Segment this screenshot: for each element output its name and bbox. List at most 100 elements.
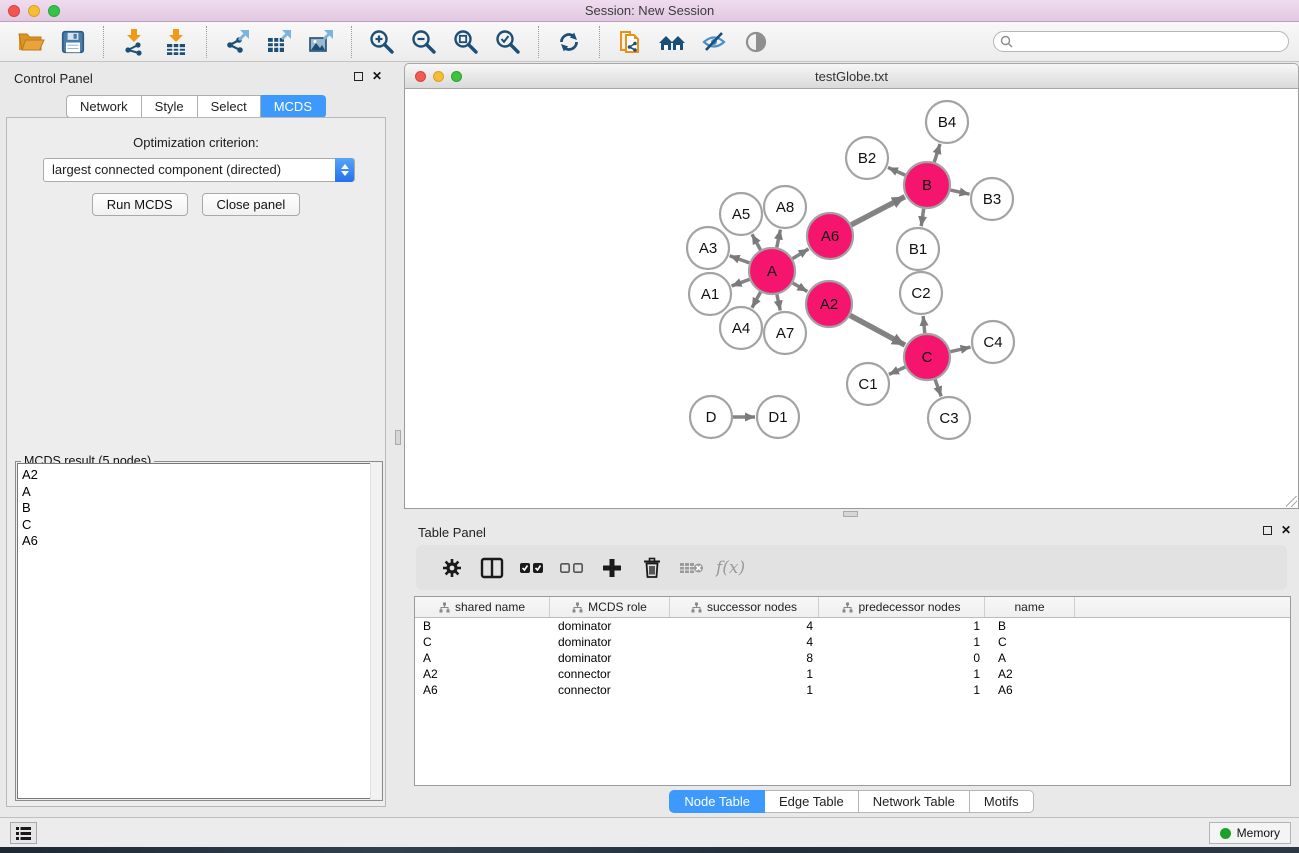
show-all-icon[interactable] <box>738 25 774 59</box>
export-network-icon[interactable] <box>219 25 255 59</box>
tab-network-table[interactable]: Network Table <box>859 790 970 813</box>
column-header-name[interactable]: name <box>985 597 1075 617</box>
graph-edge-C-C2[interactable] <box>923 316 925 333</box>
dropdown-stepper-icon[interactable] <box>335 158 354 182</box>
delete-table-icon[interactable] <box>672 551 712 585</box>
table-cell[interactable]: connector <box>550 683 670 697</box>
zoom-fit-icon[interactable] <box>448 25 484 59</box>
tab-select[interactable]: Select <box>198 95 261 118</box>
table-cell[interactable]: connector <box>550 667 670 681</box>
graph-edge-C-C1[interactable] <box>889 367 905 374</box>
table-cell[interactable]: 1 <box>670 667 819 681</box>
hide-selected-icon[interactable] <box>696 25 732 59</box>
settings-gear-icon[interactable] <box>432 551 472 585</box>
table-cell[interactable]: A <box>415 651 550 665</box>
table-row[interactable]: Bdominator41B <box>415 618 1290 634</box>
add-column-icon[interactable] <box>592 551 632 585</box>
table-cell[interactable]: B <box>985 619 1075 633</box>
graph-edge-C-C4[interactable] <box>950 347 970 352</box>
tab-network[interactable]: Network <box>66 95 142 118</box>
deselect-all-icon[interactable] <box>552 551 592 585</box>
graph-edge-A-A7[interactable] <box>777 294 780 310</box>
close-panel-button[interactable]: Close panel <box>202 193 301 216</box>
column-header-MCDS-role[interactable]: MCDS role <box>550 597 670 617</box>
graph-edge-A-A4[interactable] <box>752 292 761 308</box>
table-cell[interactable]: dominator <box>550 619 670 633</box>
export-image-icon[interactable] <box>303 25 339 59</box>
table-cell[interactable]: 1 <box>819 683 985 697</box>
table-cell[interactable]: C <box>985 635 1075 649</box>
duplicate-network-icon[interactable] <box>612 25 648 59</box>
mcds-result-list[interactable]: A2ABCA6 <box>17 463 381 799</box>
graph-edge-B-B2[interactable] <box>888 167 905 175</box>
table-cell[interactable]: A <box>985 651 1075 665</box>
close-table-panel-icon[interactable]: ✕ <box>1281 525 1291 535</box>
float-panel-icon[interactable] <box>354 72 363 81</box>
graph-edge-B-B3[interactable] <box>950 190 969 194</box>
tab-style[interactable]: Style <box>142 95 198 118</box>
graph-edge-C-C3[interactable] <box>935 380 941 397</box>
zoom-in-icon[interactable] <box>364 25 400 59</box>
import-network-icon[interactable] <box>116 25 152 59</box>
table-cell[interactable]: B <box>415 619 550 633</box>
table-cell[interactable]: dominator <box>550 651 670 665</box>
delete-column-icon[interactable] <box>632 551 672 585</box>
tab-motifs[interactable]: Motifs <box>970 790 1034 813</box>
graph-edge-B-B4[interactable] <box>934 144 940 162</box>
network-window-titlebar[interactable]: testGlobe.txt <box>404 63 1299 89</box>
table-row[interactable]: Cdominator41C <box>415 634 1290 650</box>
select-all-icon[interactable] <box>512 551 552 585</box>
graph-edge-A-A3[interactable] <box>730 256 750 263</box>
graph-edge-A-A2[interactable] <box>793 283 808 291</box>
float-table-panel-icon[interactable] <box>1263 526 1272 535</box>
graph-edge-B-B1[interactable] <box>921 209 923 226</box>
optimization-criterion-dropdown[interactable]: largest connected component (directed) <box>43 158 355 182</box>
column-header-successor-nodes[interactable]: successor nodes <box>670 597 819 617</box>
mcds-result-item[interactable]: C <box>18 517 380 534</box>
tab-node-table[interactable]: Node Table <box>669 790 765 813</box>
search-input[interactable] <box>993 31 1289 52</box>
table-cell[interactable]: A2 <box>985 667 1075 681</box>
column-header-shared-name[interactable]: shared name <box>415 597 550 617</box>
tab-edge-table[interactable]: Edge Table <box>765 790 859 813</box>
graph-edge-A-A5[interactable] <box>752 234 761 250</box>
memory-button[interactable]: Memory <box>1209 822 1291 844</box>
home-icon[interactable] <box>654 25 690 59</box>
zoom-selected-icon[interactable] <box>490 25 526 59</box>
table-row[interactable]: A6connector11A6 <box>415 682 1290 698</box>
window-resize-grip[interactable] <box>1286 496 1297 507</box>
table-cell[interactable]: 1 <box>819 635 985 649</box>
table-cell[interactable]: 0 <box>819 651 985 665</box>
horizontal-split-handle[interactable] <box>843 511 858 517</box>
graph-edge-A-A6[interactable] <box>793 249 809 259</box>
export-table-icon[interactable] <box>261 25 297 59</box>
table-cell[interactable]: A2 <box>415 667 550 681</box>
table-cell[interactable]: A6 <box>985 683 1075 697</box>
save-session-icon[interactable] <box>55 25 91 59</box>
mcds-result-item[interactable]: B <box>18 500 380 517</box>
table-row[interactable]: Adominator80A <box>415 650 1290 666</box>
network-canvas[interactable]: AA1A2A3A4A5A6A7A8BB1B2B3B4CC1C2C3C4DD1 <box>404 89 1299 509</box>
mcds-list-scrollbar[interactable] <box>370 463 381 799</box>
graph-edge-A-A1[interactable] <box>732 279 750 286</box>
table-row[interactable]: A2connector11A2 <box>415 666 1290 682</box>
vertical-split-handle[interactable] <box>395 430 401 445</box>
column-header-predecessor-nodes[interactable]: predecessor nodes <box>819 597 985 617</box>
table-cell[interactable]: dominator <box>550 635 670 649</box>
table-cell[interactable]: A6 <box>415 683 550 697</box>
mcds-result-item[interactable]: A2 <box>18 464 380 484</box>
table-cell[interactable]: 1 <box>819 667 985 681</box>
table-cell[interactable]: 1 <box>819 619 985 633</box>
graph-edge-A2-C[interactable] <box>850 315 905 345</box>
import-table-icon[interactable] <box>158 25 194 59</box>
table-cell[interactable]: 4 <box>670 619 819 633</box>
mcds-result-item[interactable]: A <box>18 484 380 501</box>
table-cell[interactable]: C <box>415 635 550 649</box>
mcds-result-item[interactable]: A6 <box>18 533 380 550</box>
open-session-icon[interactable] <box>13 25 49 59</box>
graph-edge-A-A8[interactable] <box>777 230 781 248</box>
zoom-out-icon[interactable] <box>406 25 442 59</box>
graph-edge-A6-B[interactable] <box>851 197 905 225</box>
task-history-button[interactable] <box>10 822 37 844</box>
run-mcds-button[interactable]: Run MCDS <box>92 193 188 216</box>
